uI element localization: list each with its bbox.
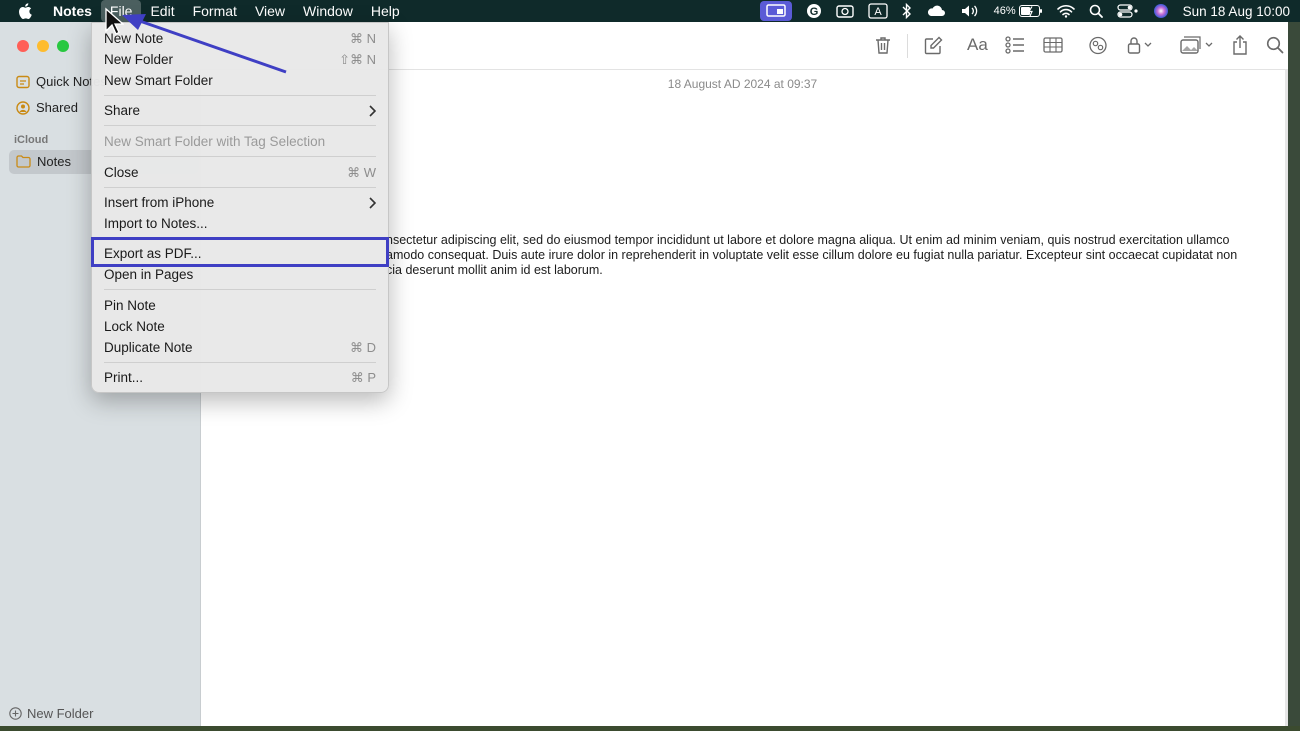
file-menu: New Note ⌘ N New Folder ⇧⌘ N New Smart Fol… — [91, 22, 389, 393]
menu-separator — [104, 125, 376, 126]
checklist-icon[interactable] — [1005, 34, 1025, 56]
minimize-window-button[interactable] — [37, 40, 49, 52]
sidebar-item-label: Notes — [37, 154, 71, 169]
volume-icon[interactable] — [960, 0, 980, 22]
chevron-right-icon — [369, 196, 376, 209]
menu-separator — [104, 95, 376, 96]
quick-notes-icon — [16, 75, 30, 88]
menu-edit[interactable]: Edit — [141, 0, 183, 22]
zoom-window-button[interactable] — [57, 40, 69, 52]
menu-format[interactable]: Format — [184, 0, 246, 22]
menu-help[interactable]: Help — [362, 0, 409, 22]
new-folder-button[interactable]: New Folder — [9, 706, 93, 721]
battery-percent: 46% — [993, 5, 1016, 17]
menu-separator — [104, 187, 376, 188]
chevron-down-icon — [1144, 42, 1152, 47]
chevron-down-icon — [1205, 42, 1213, 47]
battery-status[interactable]: 46% — [994, 0, 1043, 22]
menu-item-pin-note[interactable]: Pin Note — [104, 295, 376, 316]
sidebar-item-shared[interactable]: Shared — [16, 100, 78, 115]
menu-item-new-folder[interactable]: New Folder ⇧⌘ N — [104, 49, 376, 70]
note-body-text[interactable]: nsectetur adipiscing elit, sed do eiusmo… — [386, 233, 1246, 278]
menu-item-duplicate-note[interactable]: Duplicate Note ⌘ D — [104, 337, 376, 358]
chevron-right-icon — [369, 104, 376, 117]
sidebar-item-notes[interactable]: Notes — [16, 154, 71, 169]
mouse-cursor-icon — [105, 7, 124, 35]
grammarly-icon[interactable]: G — [806, 0, 822, 22]
search-icon[interactable] — [1266, 34, 1284, 56]
delete-note-icon[interactable] — [875, 34, 891, 56]
export-pdf-highlight-box — [91, 237, 389, 267]
collaborate-icon[interactable] — [1088, 34, 1108, 56]
desktop-background — [0, 726, 1300, 731]
menu-window[interactable]: Window — [294, 0, 362, 22]
compose-note-icon[interactable] — [924, 34, 943, 56]
svg-text:G: G — [809, 6, 818, 18]
svg-text:A: A — [874, 6, 882, 18]
menu-item-close[interactable]: Close ⌘ W — [104, 162, 376, 183]
menu-bar: Notes File Edit Format View Window Help … — [0, 0, 1300, 22]
text-format-icon[interactable]: Aa — [967, 34, 988, 56]
screen-mirroring-icon[interactable] — [759, 1, 792, 21]
apple-menu-icon[interactable] — [14, 0, 36, 22]
menu-item-import[interactable]: Import to Notes... — [104, 213, 376, 234]
spotlight-search-icon[interactable] — [1089, 0, 1103, 22]
menu-item-insert-from-iphone[interactable]: Insert from iPhone — [104, 192, 376, 213]
menu-separator — [104, 289, 376, 290]
wifi-icon[interactable] — [1056, 0, 1075, 22]
cloud-icon[interactable] — [926, 0, 946, 22]
menu-app-name[interactable]: Notes — [44, 0, 101, 22]
scrollbar[interactable] — [1285, 69, 1288, 726]
menu-item-new-smart-folder[interactable]: New Smart Folder — [104, 70, 376, 91]
camera-icon[interactable] — [835, 0, 854, 22]
lock-menu-icon[interactable] — [1127, 34, 1152, 56]
menu-separator — [104, 156, 376, 157]
toolbar-divider — [907, 34, 908, 58]
sidebar-section-icloud: iCloud — [14, 134, 49, 146]
menu-item-open-in-pages[interactable]: Open in Pages — [104, 264, 376, 285]
control-center-icon[interactable] — [1117, 0, 1139, 22]
window-controls — [17, 40, 69, 52]
menu-item-lock-note[interactable]: Lock Note — [104, 316, 376, 337]
table-icon[interactable] — [1043, 34, 1063, 56]
menu-item-new-smart-folder-tag: New Smart Folder with Tag Selection — [104, 134, 326, 149]
clock[interactable]: Sun 18 Aug 10:00 — [1183, 0, 1290, 22]
siri-icon[interactable] — [1153, 0, 1169, 22]
input-source-icon[interactable]: A — [867, 0, 888, 22]
plus-circle-icon — [9, 707, 22, 720]
bluetooth-icon[interactable] — [902, 0, 912, 22]
folder-icon — [16, 155, 31, 168]
menu-item-new-note[interactable]: New Note ⌘ N — [104, 28, 376, 49]
menu-view[interactable]: View — [246, 0, 294, 22]
battery-icon — [1018, 5, 1042, 17]
menu-separator — [104, 362, 376, 363]
share-icon[interactable] — [1232, 34, 1248, 56]
menu-item-share[interactable]: Share — [104, 100, 376, 121]
shared-icon — [16, 100, 30, 115]
media-menu-icon[interactable] — [1180, 34, 1213, 56]
menu-item-print[interactable]: Print... ⌘ P — [104, 367, 376, 388]
new-folder-label: New Folder — [27, 706, 94, 721]
close-window-button[interactable] — [17, 40, 29, 52]
sidebar-item-label: Shared — [36, 100, 78, 115]
